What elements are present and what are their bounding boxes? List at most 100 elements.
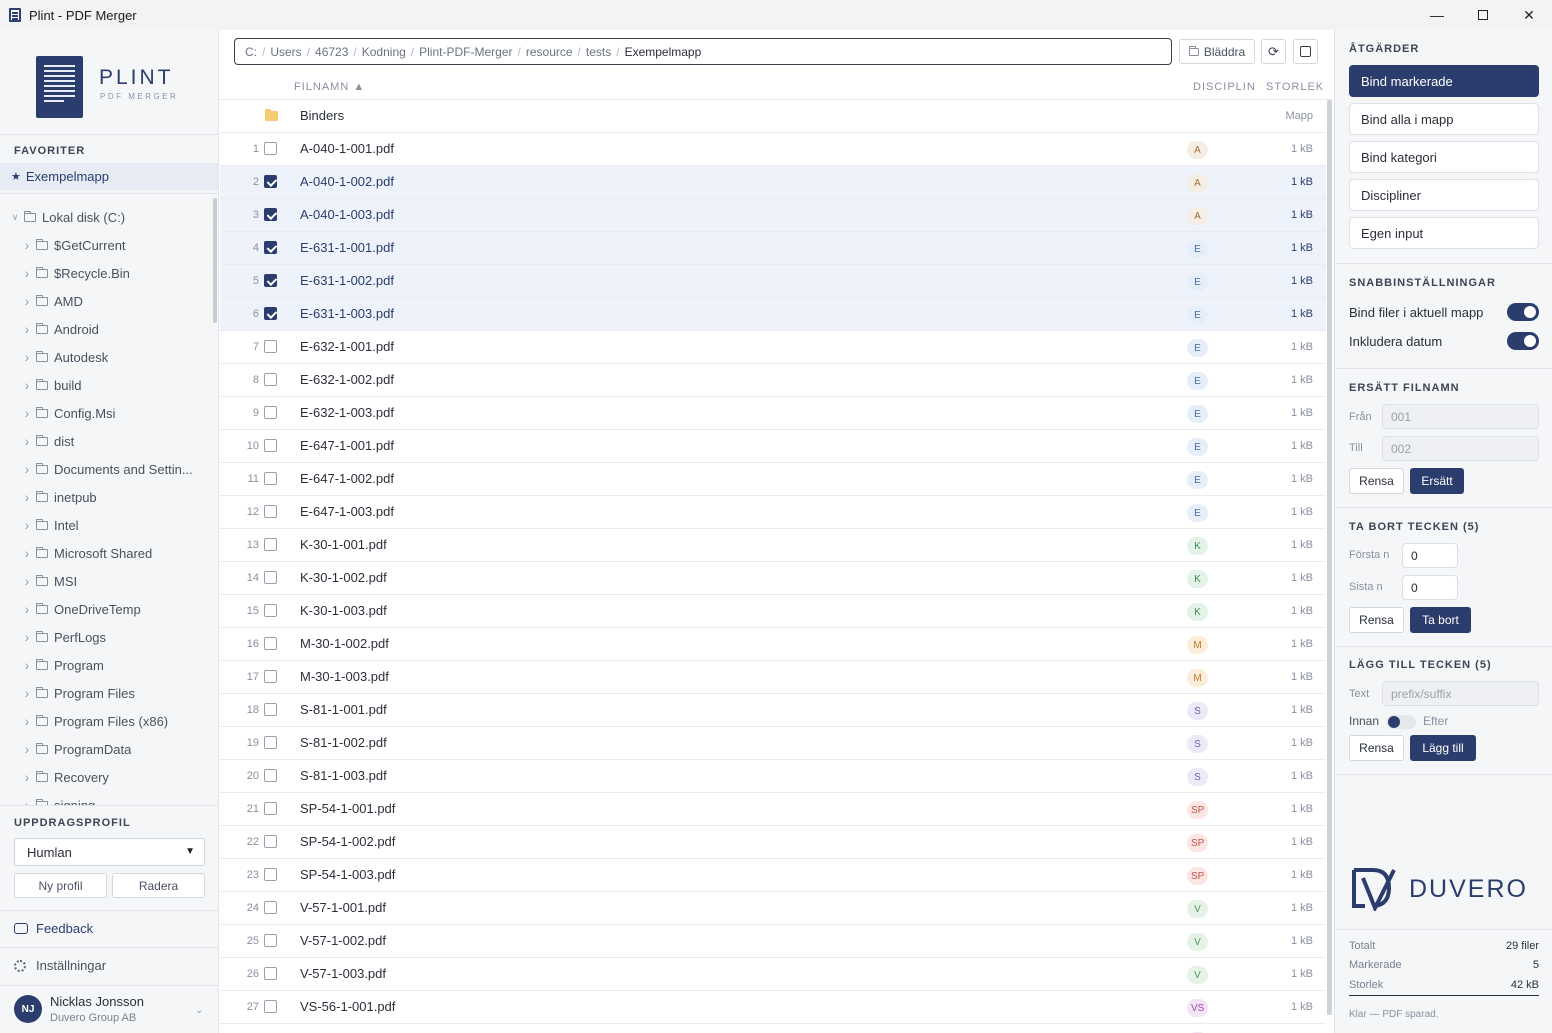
sidebar-scrollbar[interactable] bbox=[213, 198, 217, 323]
table-row[interactable]: 14 K-30-1-002.pdf K 1 kB bbox=[220, 562, 1326, 595]
row-checkbox[interactable] bbox=[264, 406, 277, 419]
table-row[interactable]: 2 A-040-1-002.pdf A 1 kB bbox=[220, 166, 1326, 199]
before-after-toggle[interactable] bbox=[1386, 715, 1416, 729]
row-checkbox[interactable] bbox=[264, 571, 277, 584]
bind-all-button[interactable]: Bind alla i mapp bbox=[1349, 103, 1539, 135]
column-header-size[interactable]: STORLEK bbox=[1266, 81, 1324, 93]
chevron-right-icon[interactable]: › bbox=[22, 769, 32, 785]
table-row[interactable]: 26 V-57-1-003.pdf V 1 kB bbox=[220, 958, 1326, 991]
table-row[interactable]: 27 VS-56-1-001.pdf VS 1 kB bbox=[220, 991, 1326, 1024]
add-button[interactable]: Lägg till bbox=[1410, 735, 1476, 761]
row-checkbox[interactable] bbox=[264, 835, 277, 848]
chevron-down-icon[interactable]: ∨ bbox=[10, 212, 20, 223]
row-checkbox[interactable] bbox=[264, 967, 277, 980]
breadcrumb-segment[interactable]: tests bbox=[586, 45, 611, 59]
tree-item[interactable]: › Documents and Settin... bbox=[0, 455, 212, 483]
browse-button[interactable]: Bläddra bbox=[1179, 39, 1255, 64]
path-bar[interactable]: C: / Users / 46723 / Kodning / Plint-PDF-Merger /… bbox=[234, 38, 1172, 65]
tree-item[interactable]: › MSI bbox=[0, 567, 212, 595]
add-clear-button[interactable]: Rensa bbox=[1349, 735, 1404, 761]
row-checkbox[interactable] bbox=[264, 736, 277, 749]
row-checkbox[interactable] bbox=[264, 175, 277, 188]
bind-category-button[interactable]: Bind kategori bbox=[1349, 141, 1539, 173]
tree-item[interactable]: › $Recycle.Bin bbox=[0, 259, 212, 287]
new-profile-button[interactable]: Ny profil bbox=[14, 873, 107, 898]
row-checkbox[interactable] bbox=[264, 472, 277, 485]
row-checkbox[interactable] bbox=[264, 934, 277, 947]
column-header-filename[interactable]: FILNAMN ▲ bbox=[294, 81, 365, 93]
chevron-right-icon[interactable]: › bbox=[22, 349, 32, 365]
table-row[interactable]: 24 V-57-1-001.pdf V 1 kB bbox=[220, 892, 1326, 925]
table-row[interactable]: 7 E-632-1-001.pdf E 1 kB bbox=[220, 331, 1326, 364]
table-row[interactable]: 18 S-81-1-001.pdf S 1 kB bbox=[220, 694, 1326, 727]
remove-clear-button[interactable]: Rensa bbox=[1349, 607, 1404, 633]
table-row[interactable]: 15 K-30-1-003.pdf K 1 kB bbox=[220, 595, 1326, 628]
tree-item[interactable]: › Program bbox=[0, 651, 212, 679]
delete-profile-button[interactable]: Radera bbox=[112, 873, 205, 898]
settings-link[interactable]: Inställningar bbox=[14, 958, 106, 973]
table-row[interactable]: 3 A-040-1-003.pdf A 1 kB bbox=[220, 199, 1326, 232]
tree-item[interactable]: › Intel bbox=[0, 511, 212, 539]
tree-item[interactable]: › Program Files bbox=[0, 679, 212, 707]
add-text-input[interactable]: prefix/suffix bbox=[1382, 681, 1539, 706]
table-row[interactable]: 16 M-30-1-002.pdf M 1 kB bbox=[220, 628, 1326, 661]
tree-item[interactable]: › Android bbox=[0, 315, 212, 343]
remove-button[interactable]: Ta bort bbox=[1410, 607, 1471, 633]
tree-item[interactable]: › $GetCurrent bbox=[0, 231, 212, 259]
table-row[interactable]: 5 E-631-1-002.pdf E 1 kB bbox=[220, 265, 1326, 298]
breadcrumb-segment[interactable]: C: bbox=[245, 45, 257, 59]
table-row[interactable]: 8 E-632-1-002.pdf E 1 kB bbox=[220, 364, 1326, 397]
replace-clear-button[interactable]: Rensa bbox=[1349, 468, 1404, 494]
table-row[interactable]: 17 M-30-1-003.pdf M 1 kB bbox=[220, 661, 1326, 694]
chevron-right-icon[interactable]: › bbox=[22, 545, 32, 561]
row-checkbox[interactable] bbox=[264, 703, 277, 716]
row-checkbox[interactable] bbox=[264, 538, 277, 551]
table-row[interactable]: 13 K-30-1-001.pdf K 1 kB bbox=[220, 529, 1326, 562]
tree-item[interactable]: ∨ Lokal disk (C:) bbox=[0, 203, 212, 231]
table-row[interactable]: 12 E-647-1-003.pdf E 1 kB bbox=[220, 496, 1326, 529]
breadcrumb-segment[interactable]: Users bbox=[270, 45, 301, 59]
row-checkbox[interactable] bbox=[264, 769, 277, 782]
row-checkbox[interactable] bbox=[264, 274, 277, 287]
tree-item[interactable]: › Autodesk bbox=[0, 343, 212, 371]
file-list-scrollbar[interactable] bbox=[1327, 100, 1332, 1015]
row-checkbox[interactable] bbox=[264, 208, 277, 221]
tree-item[interactable]: › signing bbox=[0, 791, 212, 806]
chevron-right-icon[interactable]: › bbox=[22, 601, 32, 617]
table-row[interactable]: 21 SP-54-1-001.pdf SP 1 kB bbox=[220, 793, 1326, 826]
chevron-right-icon[interactable]: › bbox=[22, 629, 32, 645]
table-row[interactable]: 4 E-631-1-001.pdf E 1 kB bbox=[220, 232, 1326, 265]
chevron-right-icon[interactable]: › bbox=[22, 517, 32, 533]
tree-item[interactable]: › Recovery bbox=[0, 763, 212, 791]
table-row[interactable]: 1 A-040-1-001.pdf A 1 kB bbox=[220, 133, 1326, 166]
bind-current-folder-toggle[interactable] bbox=[1507, 303, 1539, 321]
table-row[interactable]: 23 SP-54-1-003.pdf SP 1 kB bbox=[220, 859, 1326, 892]
row-checkbox[interactable] bbox=[264, 670, 277, 683]
bind-selected-button[interactable]: Bind markerade bbox=[1349, 65, 1539, 97]
tree-item[interactable]: › PerfLogs bbox=[0, 623, 212, 651]
include-date-toggle[interactable] bbox=[1507, 332, 1539, 350]
table-row[interactable]: 9 E-632-1-003.pdf E 1 kB bbox=[220, 397, 1326, 430]
refresh-button[interactable]: ⟳ bbox=[1261, 39, 1286, 64]
chevron-right-icon[interactable]: › bbox=[22, 489, 32, 505]
breadcrumb-segment[interactable]: Exempelmapp bbox=[625, 45, 702, 59]
chevron-right-icon[interactable]: › bbox=[22, 713, 32, 729]
table-row[interactable]: 6 E-631-1-003.pdf E 1 kB bbox=[220, 298, 1326, 331]
row-checkbox[interactable] bbox=[264, 340, 277, 353]
favorite-item[interactable]: ★ Exempelmapp bbox=[0, 163, 218, 190]
avatar[interactable]: NJ bbox=[14, 995, 42, 1023]
chevron-right-icon[interactable]: › bbox=[22, 237, 32, 253]
chevron-right-icon[interactable]: › bbox=[22, 573, 32, 589]
chevron-right-icon[interactable]: › bbox=[22, 685, 32, 701]
tree-item[interactable]: › Config.Msi bbox=[0, 399, 212, 427]
replace-to-input[interactable]: 002 bbox=[1382, 436, 1539, 461]
minimize-button[interactable]: — bbox=[1414, 0, 1460, 30]
chevron-right-icon[interactable]: › bbox=[22, 461, 32, 477]
breadcrumb-segment[interactable]: resource bbox=[526, 45, 573, 59]
breadcrumb-segment[interactable]: 46723 bbox=[315, 45, 348, 59]
select-all-button[interactable] bbox=[1293, 39, 1318, 64]
chevron-down-icon[interactable]: ⌄ bbox=[195, 1005, 203, 1016]
breadcrumb-segment[interactable]: Kodning bbox=[362, 45, 406, 59]
row-checkbox[interactable] bbox=[264, 439, 277, 452]
row-checkbox[interactable] bbox=[264, 1000, 277, 1013]
